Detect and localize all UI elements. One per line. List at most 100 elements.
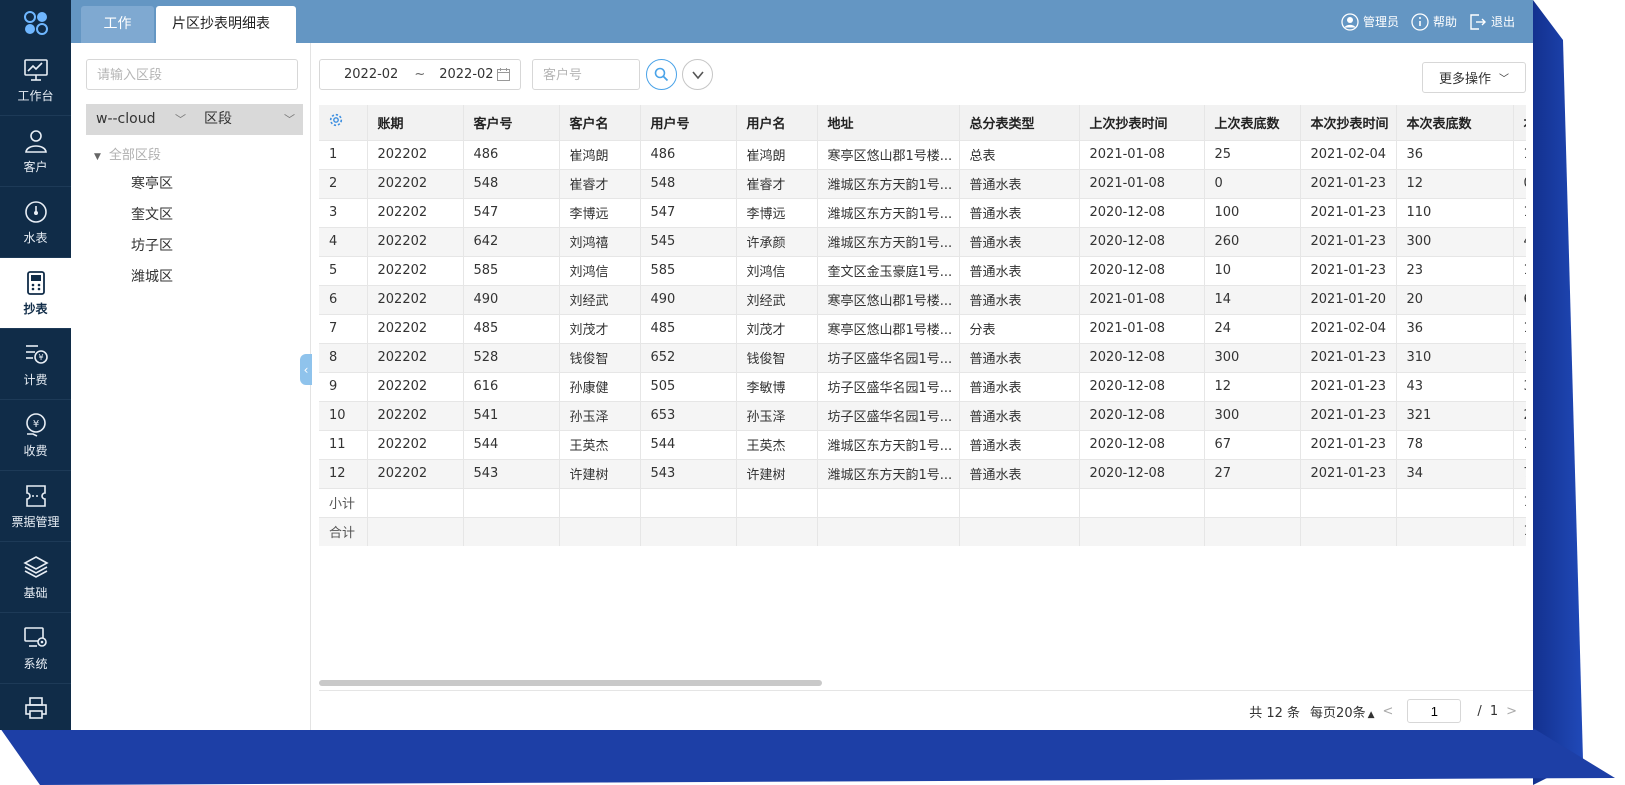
frame-bottom-border xyxy=(0,728,1615,785)
tab-area-reading-detail[interactable]: 片区抄表明细表 × xyxy=(156,6,296,69)
table-cell: 坊子区盛华名园1号... xyxy=(817,371,960,401)
table-cell: 刘茂才 xyxy=(736,313,818,343)
more-actions-button[interactable]: 更多操作 ﹀ xyxy=(1422,62,1526,93)
table-row[interactable]: 6 202202 490 刘经武 490 刘经武 寒亭区悠山郡1号楼... 普通水表 2021-… xyxy=(319,284,1526,314)
sidebar-item-system[interactable]: 系统 xyxy=(0,613,71,684)
sidebar-item-print[interactable] xyxy=(0,684,71,734)
section-type-select[interactable]: 区段 ﹀ xyxy=(194,104,303,135)
column-header: 本次抄表时间 xyxy=(1300,105,1397,140)
table-row[interactable]: 11 202202 544 王英杰 544 王英杰 潍城区东方天韵1号... 普通水表 2020… xyxy=(319,429,1526,459)
billing-icon: ¥ xyxy=(21,340,51,368)
table-row[interactable]: 4 202202 642 刘鸿禧 545 许承颜 潍城区东方天韵1号... 普通水表 2020-… xyxy=(319,226,1526,256)
table-row[interactable]: 12 202202 543 许建树 543 许建树 潍城区东方天韵1号... 普通水表 2020… xyxy=(319,458,1526,488)
table-row[interactable]: 10 202202 541 孙玉泽 653 孙玉泽 坊子区盛华名园1号... 普通水表 2020… xyxy=(319,400,1526,430)
tab-label: 片区抄表明细表 xyxy=(172,16,270,32)
table-cell: 钱俊智 xyxy=(736,342,818,372)
table-cell: 潍城区东方天韵1号... xyxy=(817,458,960,488)
logo-icon xyxy=(23,10,48,35)
user-menu[interactable]: 管理员 xyxy=(1341,12,1399,31)
table-row[interactable]: 1 202202 486 崔鸿朗 486 崔鸿朗 寒亭区悠山郡1号楼... 总表 2021-01… xyxy=(319,139,1526,169)
section-tree: ▼ 全部区段 寒亭区 奎文区 坊子区 潍城区 xyxy=(86,143,303,293)
table-cell: 许建树 xyxy=(736,458,818,488)
tree-node[interactable]: 坊子区 xyxy=(86,231,303,262)
tree-root-all-sections[interactable]: ▼ 全部区段 xyxy=(86,143,303,169)
sidebar-item-reading[interactable]: 抄表 xyxy=(0,258,71,329)
row-index-cell: 2 xyxy=(319,168,368,198)
table-cell: 202202 xyxy=(367,458,464,488)
sidebar-item-workbench[interactable]: 工作台 xyxy=(0,45,71,116)
table-cell: 0 xyxy=(1204,168,1301,198)
table-cell: 67 xyxy=(1204,429,1301,459)
table-cell: 585 xyxy=(640,255,737,285)
expand-filters-button[interactable] xyxy=(682,59,713,90)
table-cell: 2020-12-08 xyxy=(1079,458,1205,488)
total-row: 合计 1 xyxy=(319,516,1526,546)
table-row[interactable]: 7 202202 485 刘茂才 485 刘茂才 寒亭区悠山郡1号楼... 分表 2021-01… xyxy=(319,313,1526,343)
table-cell: 548 xyxy=(640,168,737,198)
table-cell: 1 xyxy=(1513,139,1526,169)
column-settings[interactable] xyxy=(319,105,368,140)
table-cell: 3 xyxy=(1513,371,1526,401)
tree-node[interactable]: 潍城区 xyxy=(86,262,303,293)
table-row[interactable]: 5 202202 585 刘鸿信 585 刘鸿信 奎文区金玉豪庭1号... 普通水表 2020-… xyxy=(319,255,1526,285)
table-cell: 1 xyxy=(1513,313,1526,343)
table-cell: 2021-01-08 xyxy=(1079,284,1205,314)
table-row[interactable]: 8 202202 528 钱俊智 652 钱俊智 坊子区盛华名园1号... 普通水表 2020-… xyxy=(319,342,1526,372)
date-range-picker[interactable]: 2022-02 ~ 2022-02 xyxy=(319,59,521,90)
table-cell: 202202 xyxy=(367,284,464,314)
date-end: 2022-02 xyxy=(439,67,494,82)
next-page-button[interactable]: > xyxy=(1506,704,1517,719)
page-size-label: 每页20条 xyxy=(1310,705,1366,721)
sidebar-item-label: 抄表 xyxy=(23,302,48,316)
sidebar-item-customer[interactable]: 客户 xyxy=(0,116,71,187)
table-row[interactable]: 9 202202 616 孙康健 505 李敏博 坊子区盛华名园1号... 普通水表 2020-… xyxy=(319,371,1526,401)
page-number-input[interactable] xyxy=(1407,699,1462,723)
column-header: 账期 xyxy=(367,105,464,140)
table-cell: 34 xyxy=(1396,458,1514,488)
row-index-cell: 5 xyxy=(319,255,368,285)
sidebar-item-payment[interactable]: ¥ 收费 xyxy=(0,400,71,471)
table-cell: 2021-01-23 xyxy=(1300,255,1397,285)
table-cell: 505 xyxy=(640,371,737,401)
table-cell: 孙康健 xyxy=(559,371,641,401)
logout-button[interactable]: 退出 xyxy=(1469,13,1515,31)
layers-icon xyxy=(21,553,51,581)
page-size-select[interactable]: 每页20条 ▲ xyxy=(1310,702,1374,721)
table-cell: 普通水表 xyxy=(959,284,1080,314)
table-cell: 李敏博 xyxy=(736,371,818,401)
sidebar-item-meter[interactable]: 水表 xyxy=(0,187,71,258)
sidebar-item-label: 客户 xyxy=(23,160,48,174)
table-cell: 7 xyxy=(1513,458,1526,488)
cloud-select[interactable]: w--cloud ﹀ xyxy=(86,104,194,135)
caret-up-icon: ▲ xyxy=(1367,709,1375,720)
section-search-input[interactable] xyxy=(86,59,298,90)
table-cell: 43 xyxy=(1396,371,1514,401)
sidebar-item-label: 水表 xyxy=(23,231,48,245)
prev-page-button[interactable]: < xyxy=(1383,704,1394,719)
horizontal-scrollbar[interactable] xyxy=(319,680,822,686)
search-button[interactable] xyxy=(646,59,677,90)
sidebar-item-billing[interactable]: ¥ 计费 xyxy=(0,329,71,400)
tree-node[interactable]: 寒亭区 xyxy=(86,169,303,200)
caret-down-icon[interactable]: ▼ xyxy=(94,152,101,162)
collapse-panel-handle[interactable]: ‹ xyxy=(300,354,312,385)
tab-workbench[interactable]: 工作台 xyxy=(81,6,154,69)
row-index-cell: 9 xyxy=(319,371,368,401)
table-cell: 544 xyxy=(463,429,560,459)
logout-icon xyxy=(1470,13,1486,30)
logout-label: 退出 xyxy=(1490,15,1515,29)
printer-icon xyxy=(21,694,51,722)
help-link[interactable]: 帮助 xyxy=(1411,12,1457,31)
sidebar-item-receipt[interactable]: 票据管理 xyxy=(0,471,71,542)
sidebar-item-basic[interactable]: 基础 xyxy=(0,542,71,613)
table-cell: 崔睿才 xyxy=(736,168,818,198)
sidebar-item-label: 计费 xyxy=(23,373,48,387)
table-cell: 24 xyxy=(1204,313,1301,343)
gear-icon[interactable] xyxy=(329,113,343,127)
column-header: 本次表底数 xyxy=(1396,105,1514,140)
column-header: 上次表底数 xyxy=(1204,105,1301,140)
table-row[interactable]: 2 202202 548 崔睿才 548 崔睿才 潍城区东方天韵1号... 普通水表 2021-… xyxy=(319,168,1526,198)
table-row[interactable]: 3 202202 547 李博远 547 李博远 潍城区东方天韵1号... 普通水表 2020-… xyxy=(319,197,1526,227)
tree-node[interactable]: 奎文区 xyxy=(86,200,303,231)
customer-number-input[interactable] xyxy=(532,59,640,90)
